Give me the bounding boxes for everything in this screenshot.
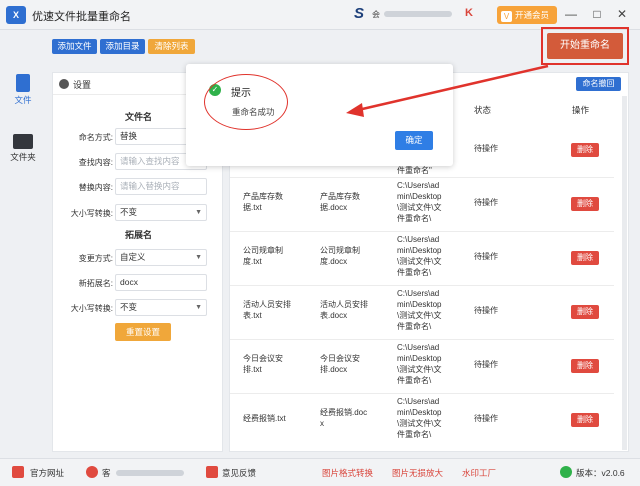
chevron-down-icon: ▼ bbox=[195, 209, 202, 216]
dialog-ok-button[interactable]: 确定 bbox=[395, 131, 433, 150]
footer-img-enlarge-link[interactable]: 图片无损放大 bbox=[392, 467, 443, 479]
row-3-delete-button[interactable]: 删除 bbox=[571, 305, 599, 319]
footer-website-link[interactable]: 官方网址 bbox=[30, 467, 64, 479]
app-logo: X bbox=[6, 6, 26, 24]
row-4-delete-button[interactable]: 删除 bbox=[571, 359, 599, 373]
file-icon bbox=[16, 74, 30, 92]
row-divider bbox=[230, 339, 614, 340]
row-5-path: C:\Users\ad min\Desktop \测试文件\文 件重命名\ bbox=[397, 397, 442, 439]
row-0-path-3: 件重命名" bbox=[397, 166, 432, 175]
ext-case-value: 不变 bbox=[120, 302, 138, 312]
row-4-new: 今日会议安 排.docx bbox=[320, 354, 360, 374]
clear-list-button[interactable]: 清除列表 bbox=[148, 39, 195, 54]
row-3-new: 活动人员安排 表.docx bbox=[320, 300, 368, 320]
feedback-icon bbox=[206, 466, 218, 478]
change-mode-value: 自定义 bbox=[120, 252, 146, 262]
replace-label: 替换内容: bbox=[78, 183, 113, 192]
rail-item-file-label: 文件 bbox=[14, 95, 32, 105]
row-0-delete-button[interactable]: 删除 bbox=[571, 143, 599, 157]
rename-mode-value: 替换 bbox=[120, 131, 138, 141]
rail-item-folder[interactable]: 文件夹 bbox=[0, 134, 46, 163]
footer-service-link[interactable]: 客 bbox=[102, 467, 111, 479]
left-rail: 文件 文件夹 bbox=[0, 62, 46, 452]
footer-version: 版本：v2.0.6 bbox=[576, 468, 625, 478]
row-divider bbox=[230, 231, 614, 232]
add-dir-button[interactable]: 添加目录 bbox=[100, 39, 145, 54]
footer-watermark-link[interactable]: 水印工厂 bbox=[462, 467, 496, 479]
new-ext-label: 新拓展名: bbox=[78, 279, 113, 288]
replace-input[interactable]: 请输入替换内容 bbox=[115, 178, 207, 195]
find-label: 查找内容: bbox=[78, 158, 113, 167]
undo-rename-button[interactable]: 命名撤回 bbox=[576, 77, 621, 91]
user-id-redacted bbox=[384, 11, 452, 17]
rail-item-folder-label: 文件夹 bbox=[10, 152, 36, 162]
table-scrollbar[interactable] bbox=[622, 96, 627, 450]
row-4-path: C:\Users\ad min\Desktop \测试文件\文 件重命名\ bbox=[397, 343, 442, 385]
row-2-orig: 公司规章制 度.txt bbox=[243, 246, 283, 266]
minimize-icon[interactable]: — bbox=[563, 6, 579, 22]
footer-img-convert-link[interactable]: 图片格式转换 bbox=[322, 467, 373, 479]
website-icon bbox=[12, 466, 24, 478]
vip-button[interactable]: V 开通会员 bbox=[497, 6, 557, 24]
row-1-delete-button[interactable]: 删除 bbox=[571, 197, 599, 211]
header-status: 状态 bbox=[474, 105, 492, 115]
row-5-status: 待操作 bbox=[474, 414, 498, 423]
gear-icon bbox=[59, 79, 69, 89]
start-rename-button[interactable]: 开始重命名 bbox=[547, 33, 623, 59]
change-mode-label: 变更方式: bbox=[78, 254, 113, 263]
version-icon bbox=[560, 466, 572, 478]
row-1-orig: 产品库存数 据.txt bbox=[243, 192, 283, 212]
header-action: 操作 bbox=[572, 105, 590, 115]
title-bar: X 优速文件批量重命名 S 会 K V 开通会员 — □ ✕ bbox=[0, 0, 640, 30]
row-2-status: 待操作 bbox=[474, 252, 498, 261]
vip-label: 开通会员 bbox=[515, 10, 550, 20]
footer-feedback-link[interactable]: 意见反馈 bbox=[222, 467, 256, 479]
app-title: 优速文件批量重命名 bbox=[32, 11, 131, 23]
chevron-down-icon: ▼ bbox=[195, 254, 202, 261]
row-1-new: 产品库存数 据.docx bbox=[320, 192, 360, 212]
row-divider bbox=[230, 177, 614, 178]
user-name: 会 bbox=[372, 10, 380, 19]
close-icon[interactable]: ✕ bbox=[614, 6, 630, 22]
row-3-status: 待操作 bbox=[474, 306, 498, 315]
maximize-icon[interactable]: □ bbox=[589, 6, 605, 22]
ext-section-title: 拓展名 bbox=[124, 230, 152, 240]
rail-item-file[interactable]: 文件 bbox=[0, 74, 46, 106]
row-0-status: 待操作 bbox=[474, 144, 498, 153]
service-icon bbox=[86, 466, 98, 478]
row-5-new: 经费报销.doc x bbox=[320, 408, 368, 428]
row-4-status: 待操作 bbox=[474, 360, 498, 369]
new-ext-input[interactable]: docx bbox=[115, 274, 207, 291]
folder-icon bbox=[13, 134, 33, 149]
vip-icon: V bbox=[501, 11, 512, 22]
footer-bar: 官方网址 客 意见反馈 图片格式转换 图片无损放大 水印工厂 版本：v2.0.6 bbox=[0, 458, 640, 486]
case-label: 大小写转换: bbox=[70, 209, 113, 218]
reset-settings-button[interactable]: 重置设置 bbox=[115, 323, 171, 341]
row-1-path: C:\Users\ad min\Desktop \测试文件\文 件重命名\ bbox=[397, 181, 442, 223]
case-select[interactable]: 不变 ▼ bbox=[115, 204, 207, 221]
row-3-orig: 活动人员安排 表.txt bbox=[243, 300, 291, 320]
settings-title: 设置 bbox=[73, 80, 92, 90]
rename-mode-label: 命名方式: bbox=[78, 133, 113, 142]
row-5-delete-button[interactable]: 删除 bbox=[571, 413, 599, 427]
row-1-status: 待操作 bbox=[474, 198, 498, 207]
user-avatar[interactable]: S bbox=[354, 5, 364, 22]
message-highlight-oval bbox=[204, 74, 288, 130]
row-2-delete-button[interactable]: 删除 bbox=[571, 251, 599, 265]
row-4-orig: 今日会议安 排.txt bbox=[243, 354, 283, 374]
row-5-orig: 经费报销.txt bbox=[243, 414, 286, 423]
case-value: 不变 bbox=[120, 207, 138, 217]
row-2-path: C:\Users\ad min\Desktop \测试文件\文 件重命名\ bbox=[397, 235, 442, 277]
change-mode-select[interactable]: 自定义 ▼ bbox=[115, 249, 207, 266]
row-divider bbox=[230, 285, 614, 286]
add-file-button[interactable]: 添加文件 bbox=[52, 39, 97, 54]
row-3-path: C:\Users\ad min\Desktop \测试文件\文 件重命名\ bbox=[397, 289, 442, 331]
logout-icon[interactable]: K bbox=[465, 7, 479, 21]
service-redacted bbox=[116, 470, 184, 476]
chevron-down-icon: ▼ bbox=[195, 304, 202, 311]
ext-case-select[interactable]: 不变 ▼ bbox=[115, 299, 207, 316]
row-2-new: 公司规章制 度.docx bbox=[320, 246, 360, 266]
row-divider bbox=[230, 393, 614, 394]
ext-case-label: 大小写转换: bbox=[70, 304, 113, 313]
